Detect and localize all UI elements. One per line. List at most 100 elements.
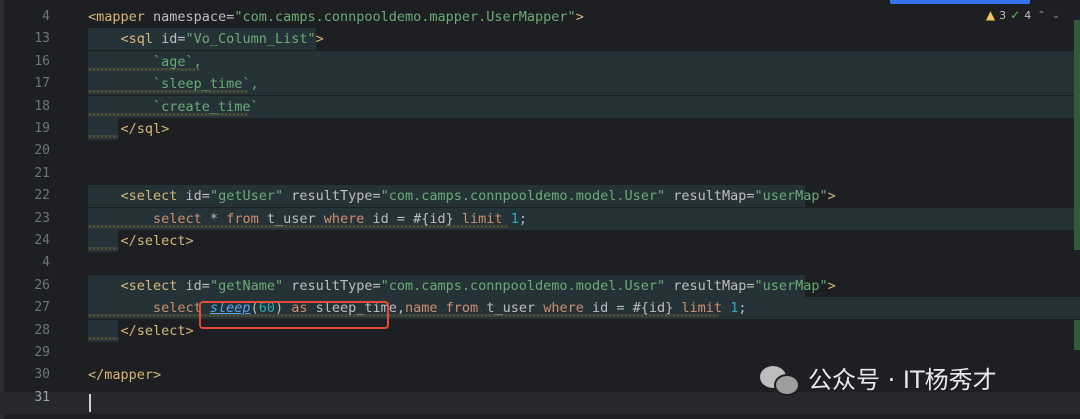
chevron-down-icon[interactable]: ⌄: [1052, 10, 1060, 21]
code-text: </select>: [88, 320, 194, 342]
code-token: <select: [88, 277, 186, 294]
code-token: id = #{id}: [592, 300, 682, 317]
code-token: resultType=: [291, 188, 381, 205]
code-line[interactable]: 16 `age`,: [0, 50, 1080, 73]
watermark-text: 公众号 · IT杨秀才: [808, 366, 997, 394]
code-line[interactable]: 26 <select id="getName" resultType="com.…: [0, 274, 1080, 297]
line-number: 30: [34, 367, 50, 383]
code-token: resultMap=: [673, 277, 755, 294]
code-token: limit: [681, 300, 731, 317]
code-line[interactable]: 18 `create_time`: [0, 95, 1080, 118]
code-line[interactable]: 4 <mapper namespace="com.camps.connpoolde…: [0, 6, 1080, 28]
code-line[interactable]: 20: [0, 140, 1080, 162]
line-number: 23: [34, 210, 50, 226]
line-number: 26: [34, 277, 50, 293]
code-text: select sleep(60) as sleep_time,name from…: [88, 297, 746, 319]
code-token: from: [226, 210, 267, 227]
code-token: limit: [461, 210, 511, 227]
code-token: `create_time`: [88, 98, 259, 115]
line-number: 22: [34, 188, 50, 204]
line-number: 28: [34, 322, 50, 338]
code-token: </sql>: [88, 121, 170, 137]
code-line[interactable]: 28 </select>: [0, 319, 1080, 342]
code-token: "getUser": [209, 188, 292, 205]
code-line[interactable]: 4: [0, 252, 1080, 274]
code-token: t_user: [486, 300, 544, 317]
code-text: </sql>: [88, 118, 170, 140]
code-text: select * from t_user where id = #{id} li…: [88, 208, 527, 230]
code-token: `age`,: [88, 53, 202, 70]
code-token: where: [323, 210, 373, 227]
code-editor[interactable]: 4 <mapper namespace="com.camps.connpoolde…: [0, 0, 1080, 419]
code-token: <select: [88, 188, 186, 205]
line-number: 20: [34, 143, 50, 159]
code-token: ;: [738, 300, 747, 317]
code-token: <sql: [88, 31, 162, 48]
wechat-icon: [760, 362, 800, 396]
code-token: id = #{id}: [372, 210, 462, 227]
code-token: name: [405, 300, 446, 317]
check-count: 4: [1024, 8, 1032, 22]
annotation-red-box: [199, 301, 389, 329]
checkmark-icon: ✓: [1010, 8, 1021, 22]
chevron-up-icon[interactable]: ⌃: [1037, 10, 1045, 21]
code-token: select: [88, 300, 210, 317]
code-token: >: [315, 31, 324, 48]
text-cursor: [89, 394, 91, 412]
scroll-marker: [1074, 20, 1080, 250]
code-token: >: [827, 188, 836, 205]
line-number: 4: [42, 255, 50, 271]
code-token: "Vo_Column_List": [185, 31, 316, 48]
code-line[interactable]: 17 `sleep_time`,: [0, 73, 1080, 96]
scroll-marker: [1074, 320, 1080, 350]
line-number: 17: [34, 76, 50, 92]
inspection-widget[interactable]: ▲ 3 ✓ 4 ⌃ ⌄: [986, 8, 1060, 22]
code-token: t_user: [266, 210, 324, 227]
code-text: `age`,: [88, 51, 202, 73]
line-number: 18: [34, 98, 50, 114]
code-line[interactable]: 23 select * from t_user where id = #{id}…: [0, 207, 1080, 230]
code-token: </select>: [88, 233, 194, 249]
code-token: "getName": [209, 277, 292, 294]
code-line[interactable]: 24 </select>: [0, 230, 1080, 252]
code-token: >: [827, 277, 836, 294]
code-token: resultMap=: [673, 188, 755, 205]
code-line[interactable]: 22 <select id="getUser" resultType="com.…: [0, 185, 1080, 208]
code-token: </select>: [88, 322, 194, 339]
line-number: 13: [34, 31, 50, 47]
code-token: <mapper: [88, 9, 154, 25]
code-token: 1: [510, 210, 519, 227]
code-token: namespace=: [153, 9, 235, 25]
code-text: <sql id="Vo_Column_List">: [88, 28, 324, 50]
code-token: >: [575, 9, 584, 25]
code-token: id=: [161, 31, 186, 48]
code-text: <select id="getUser" resultType="com.cam…: [88, 185, 836, 207]
code-token: "com.camps.connpooldemo.model.User": [380, 277, 674, 294]
line-number: 27: [34, 300, 50, 316]
line-number: 29: [34, 345, 50, 360]
code-text: <select id="getName" resultType="com.cam…: [88, 275, 836, 297]
code-token: </mapper>: [88, 367, 162, 384]
code-line[interactable]: 21: [0, 163, 1080, 185]
code-token: *: [209, 210, 227, 227]
code-token: "com.camps.connpooldemo.model.User": [380, 188, 674, 205]
code-line[interactable]: 13 <sql id="Vo_Column_List">: [0, 28, 1080, 51]
line-number: 16: [34, 53, 50, 69]
code-token: "userMap": [754, 277, 828, 294]
line-number: 19: [34, 121, 50, 136]
code-token: where: [543, 300, 592, 317]
line-highlight: [88, 50, 1080, 73]
code-token: select: [88, 210, 210, 227]
line-number: 4: [42, 9, 50, 24]
code-line[interactable]: 27 select sleep(60) as sleep_time,name f…: [0, 297, 1080, 320]
code-line[interactable]: 19 </sql>: [0, 118, 1080, 140]
line-number: 21: [34, 165, 50, 181]
line-number: 31: [34, 389, 50, 405]
code-token: from: [445, 300, 487, 317]
code-text: `sleep_time`,: [88, 73, 259, 95]
code-text: <mapper namespace="com.camps.connpooldem…: [88, 6, 584, 28]
code-token: "userMap": [754, 188, 828, 205]
code-token: resultType=: [291, 277, 381, 294]
watermark: 公众号 · IT杨秀才: [760, 360, 997, 396]
warning-count: 3: [999, 8, 1007, 22]
